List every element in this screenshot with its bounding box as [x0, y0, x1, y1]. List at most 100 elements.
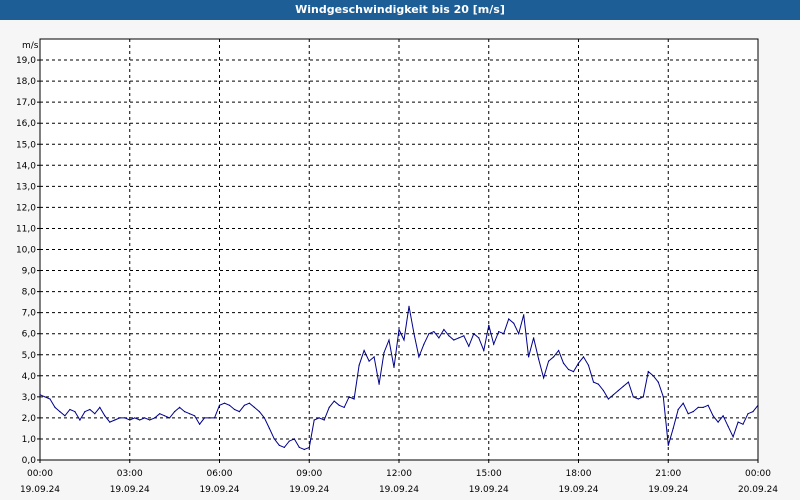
y-tick-label: 3,0 [22, 393, 37, 403]
data-point [348, 396, 350, 398]
data-point [538, 358, 540, 360]
data-point [119, 417, 121, 419]
data-point [154, 417, 156, 419]
y-tick-label: 9,0 [22, 267, 37, 277]
x-tick-time-label: 06:00 [207, 469, 233, 479]
data-point [553, 356, 555, 358]
data-point [567, 368, 570, 371]
data-point [687, 413, 689, 415]
data-point [74, 411, 76, 413]
data-point [423, 343, 425, 345]
data-point [478, 337, 480, 339]
data-point [622, 385, 625, 387]
data-point [338, 404, 340, 406]
x-tick-date-label: 19.09.24 [199, 485, 239, 495]
data-point [228, 404, 231, 406]
data-point [54, 406, 56, 408]
data-point [293, 438, 295, 440]
data-point [513, 322, 515, 324]
y-tick-label: 5,0 [22, 351, 37, 361]
wind-speed-chart: 0,0 1,0 2,0 3,0 4,0 5,0 6,0 7,0 8,0 9,0 10,0 11,0 12… [16, 38, 778, 495]
data-point [652, 375, 654, 377]
y-tick-label: 16,0 [16, 119, 36, 129]
data-point [443, 328, 445, 331]
data-point [722, 415, 724, 417]
data-point [682, 402, 684, 404]
data-point [617, 389, 620, 392]
y-tick-label: 4,0 [22, 372, 37, 382]
data-point [433, 331, 435, 333]
data-point [258, 411, 260, 413]
data-point [707, 404, 709, 406]
data-point [104, 415, 106, 417]
x-tick-time-label: 09:00 [296, 469, 322, 479]
data-point [418, 356, 420, 358]
data-point [114, 419, 116, 421]
data-point [159, 413, 161, 415]
data-point [572, 371, 575, 373]
data-point [328, 406, 330, 408]
data-point [278, 444, 280, 446]
data-point [298, 446, 300, 448]
data-point [712, 415, 714, 417]
data-point [672, 427, 674, 429]
y-tick-label: 14,0 [16, 161, 36, 171]
y-tick-label: 7,0 [22, 309, 37, 319]
data-point [528, 356, 530, 358]
data-point [179, 406, 181, 408]
data-point [657, 381, 659, 383]
data-point [79, 419, 81, 421]
x-tick-date-label: 19.09.24 [379, 485, 419, 495]
data-point [473, 333, 475, 335]
y-tick-label: 15,0 [16, 140, 36, 150]
y-tick-label: 10,0 [16, 246, 36, 256]
data-point [383, 352, 385, 354]
data-point [428, 333, 430, 335]
data-point [632, 396, 634, 398]
data-point [453, 339, 455, 341]
data-point [692, 411, 694, 413]
y-axis-ticks: 0,0 1,0 2,0 3,0 4,0 5,0 6,0 7,0 8,0 9,0 10,0 11,0 12… [16, 56, 40, 466]
data-point [702, 406, 704, 408]
data-point [508, 318, 510, 320]
x-tick-time-label: 03:00 [117, 469, 143, 479]
data-point [483, 349, 485, 352]
data-point [562, 362, 565, 364]
data-point [582, 356, 585, 358]
data-point [59, 411, 61, 413]
data-point [503, 333, 505, 335]
data-point [463, 335, 465, 337]
x-tick-time-label: 21:00 [655, 469, 681, 479]
x-tick-time-label: 12:00 [386, 469, 412, 479]
x-tick-date-label: 19.09.24 [558, 485, 598, 495]
data-point [64, 415, 66, 417]
data-point [273, 438, 275, 440]
y-axis-unit-label: m/s [22, 41, 39, 51]
data-point [498, 331, 500, 333]
data-point [543, 377, 545, 379]
data-point [747, 413, 749, 415]
data-point [647, 371, 649, 373]
data-point [587, 364, 590, 366]
data-point [727, 425, 729, 427]
data-point [468, 345, 470, 347]
data-point [403, 339, 405, 341]
data-point [757, 404, 759, 406]
data-point [388, 339, 390, 341]
data-point [189, 413, 191, 415]
data-point [129, 419, 131, 421]
data-point [134, 417, 136, 419]
data-point [139, 419, 141, 421]
data-point [164, 415, 166, 417]
data-point [363, 349, 365, 352]
x-tick-date-label: 19.09.24 [648, 485, 688, 495]
x-tick-time-label: 18:00 [566, 469, 592, 479]
data-point [378, 383, 380, 385]
data-point [263, 417, 265, 419]
data-point [662, 396, 664, 398]
data-point [184, 411, 186, 413]
y-tick-label: 6,0 [22, 330, 37, 340]
x-tick-date-label: 19.09.24 [110, 485, 150, 495]
data-point [318, 417, 320, 419]
data-point [199, 423, 201, 425]
